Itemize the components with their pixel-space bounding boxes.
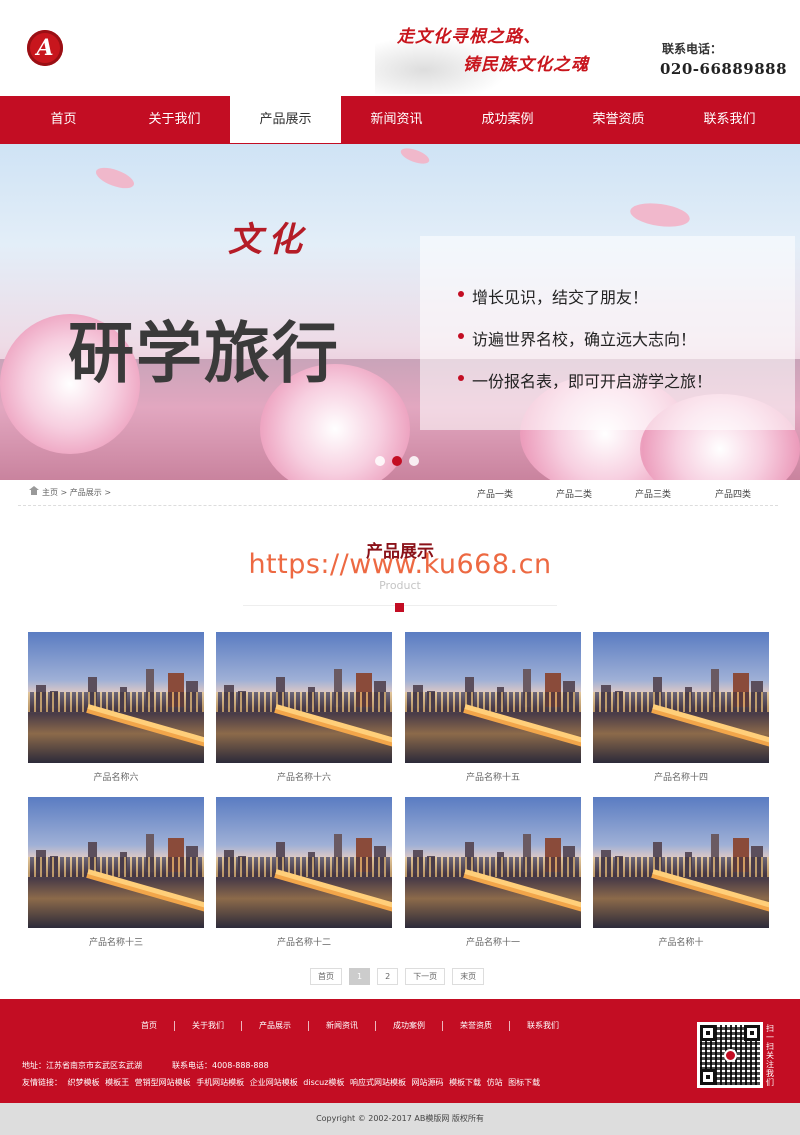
copyright: Copyright © 2002-2017 AB模版网 版权所有 <box>0 1103 800 1135</box>
product-image[interactable] <box>593 797 769 928</box>
petal-decoration <box>628 199 692 231</box>
nav-cases[interactable]: 成功案例 <box>452 96 563 144</box>
category-link-2[interactable]: 产品二类 <box>556 487 592 500</box>
product-card[interactable]: 产品名称十一 <box>405 797 581 948</box>
banner-culture-text: 文化 <box>228 220 308 260</box>
product-card[interactable]: 产品名称十二 <box>216 797 392 948</box>
page-first[interactable]: 首页 <box>310 968 342 985</box>
main-nav: 首页 关于我们 产品展示 新闻资讯 成功案例 荣誉资质 联系我们 <box>0 96 800 144</box>
slogan-banner: 走文化寻根之路、 铸民族文化之魂 <box>375 14 615 94</box>
product-image[interactable] <box>216 797 392 928</box>
page-next[interactable]: 下一页 <box>405 968 446 985</box>
hero-banner[interactable]: 文化 研学旅行 增长见识，结交了朋友！ 访遍世界名校，确立远大志向！ 一份报名表… <box>0 144 800 480</box>
category-link-3[interactable]: 产品三类 <box>635 487 671 500</box>
phone-label: 联系电话： <box>662 42 723 56</box>
product-card[interactable]: 产品名称十三 <box>28 797 204 948</box>
petal-decoration <box>398 145 432 167</box>
nav-about[interactable]: 关于我们 <box>119 96 230 144</box>
friend-link[interactable]: 织梦模板 <box>68 1078 100 1087</box>
breadcrumb[interactable]: 主页 > 产品展示 > <box>42 487 111 498</box>
product-name[interactable]: 产品名称十五 <box>405 770 581 783</box>
footer-nav-news[interactable]: 新闻资讯 <box>309 1021 376 1031</box>
footer-nav: 首页 关于我们 产品展示 新闻资讯 成功案例 荣誉资质 联系我们 <box>124 1021 576 1031</box>
section-subtitle: Product <box>379 579 421 592</box>
product-name[interactable]: 产品名称十 <box>593 935 769 948</box>
nav-contact[interactable]: 联系我们 <box>674 96 785 144</box>
page-last[interactable]: 末页 <box>452 968 485 985</box>
friend-links: 友情链接： 织梦模板 模板王 营销型网站模板 手机网站模板 企业网站模板 dis… <box>22 1077 543 1088</box>
banner-title: 研学旅行 <box>68 315 340 392</box>
footer-nav-about[interactable]: 关于我们 <box>175 1021 242 1031</box>
footer-nav-products[interactable]: 产品展示 <box>242 1021 309 1031</box>
product-name[interactable]: 产品名称十一 <box>405 935 581 948</box>
product-name[interactable]: 产品名称十四 <box>593 770 769 783</box>
qr-code-icon <box>697 1022 763 1088</box>
friend-link[interactable]: discuz模板 <box>303 1078 344 1087</box>
friend-link[interactable]: 仿站 <box>487 1078 503 1087</box>
friend-link[interactable]: 企业网站模板 <box>250 1078 298 1087</box>
page-1[interactable]: 1 <box>349 968 371 985</box>
category-link-1[interactable]: 产品一类 <box>477 487 513 500</box>
banner-bullet: 访遍世界名校，确立远大志向！ <box>457 326 696 350</box>
footer-phone: 联系电话：4008-888-888 <box>172 1061 269 1070</box>
friend-links-label: 友情链接： <box>22 1078 62 1087</box>
petal-decoration <box>93 163 137 193</box>
slogan-line-1: 走文化寻根之路、 <box>397 27 541 47</box>
product-card[interactable]: 产品名称十五 <box>405 632 581 783</box>
pagination: 首页 1 2 下一页 末页 <box>310 968 485 985</box>
friend-link[interactable]: 响应式网站模板 <box>350 1078 406 1087</box>
product-card[interactable]: 产品名称十四 <box>593 632 769 783</box>
banner-text-panel: 增长见识，结交了朋友！ 访遍世界名校，确立远大志向！ 一份报名表，即可开启游学之… <box>420 236 795 430</box>
friend-link[interactable]: 营销型网站模板 <box>135 1078 191 1087</box>
friend-link[interactable]: 网站源码 <box>412 1078 444 1087</box>
home-icon[interactable] <box>29 486 39 497</box>
product-name[interactable]: 产品名称十三 <box>28 935 204 948</box>
product-card[interactable]: 产品名称十六 <box>216 632 392 783</box>
breadcrumb-bar: 主页 > 产品展示 > 产品一类 产品二类 产品三类 产品四类 <box>18 480 778 506</box>
footer-nav-honors[interactable]: 荣誉资质 <box>443 1021 510 1031</box>
footer-nav-home[interactable]: 首页 <box>124 1021 175 1031</box>
product-image[interactable] <box>28 797 204 928</box>
nav-home[interactable]: 首页 <box>8 96 119 144</box>
friend-link[interactable]: 图标下载 <box>508 1078 540 1087</box>
nav-news[interactable]: 新闻资讯 <box>341 96 452 144</box>
category-link-4[interactable]: 产品四类 <box>715 487 751 500</box>
site-logo[interactable]: A <box>27 30 63 66</box>
product-image[interactable] <box>405 797 581 928</box>
banner-bullet: 一份报名表，即可开启游学之旅！ <box>457 368 712 392</box>
footer-address: 地址：江苏省南京市玄武区玄武湖 <box>22 1061 142 1070</box>
slide-indicators <box>375 456 419 466</box>
friend-link[interactable]: 手机网站模板 <box>196 1078 244 1087</box>
slogan-line-2: 铸民族文化之魂 <box>463 55 589 75</box>
phone-number: 020-66889888 <box>660 60 788 78</box>
page-2[interactable]: 2 <box>377 968 399 985</box>
product-image[interactable] <box>216 632 392 763</box>
product-name[interactable]: 产品名称十六 <box>216 770 392 783</box>
banner-bullet: 增长见识，结交了朋友！ <box>457 284 648 308</box>
friend-link[interactable]: 模板王 <box>105 1078 129 1087</box>
product-card[interactable]: 产品名称六 <box>28 632 204 783</box>
site-header: A 走文化寻根之路、 铸民族文化之魂 联系电话： 020-66889888 <box>0 0 800 96</box>
footer-nav-contact[interactable]: 联系我们 <box>510 1021 576 1031</box>
nav-products[interactable]: 产品展示 <box>230 96 341 143</box>
product-card[interactable]: 产品名称十 <box>593 797 769 948</box>
watermark-url: https://www.ku668.cn <box>248 549 552 580</box>
product-name[interactable]: 产品名称六 <box>28 770 204 783</box>
slide-dot[interactable] <box>375 456 385 466</box>
product-image[interactable] <box>593 632 769 763</box>
slide-dot[interactable] <box>409 456 419 466</box>
product-image[interactable] <box>28 632 204 763</box>
section-divider-mark <box>395 603 404 612</box>
nav-honors[interactable]: 荣誉资质 <box>563 96 674 144</box>
footer-nav-cases[interactable]: 成功案例 <box>376 1021 443 1031</box>
qr-caption: 扫一扫关注我们 <box>766 1024 774 1087</box>
friend-link[interactable]: 模板下载 <box>449 1078 481 1087</box>
site-footer: 首页 关于我们 产品展示 新闻资讯 成功案例 荣誉资质 联系我们 地址：江苏省南… <box>0 999 800 1103</box>
product-name[interactable]: 产品名称十二 <box>216 935 392 948</box>
slide-dot-active[interactable] <box>392 456 402 466</box>
product-image[interactable] <box>405 632 581 763</box>
